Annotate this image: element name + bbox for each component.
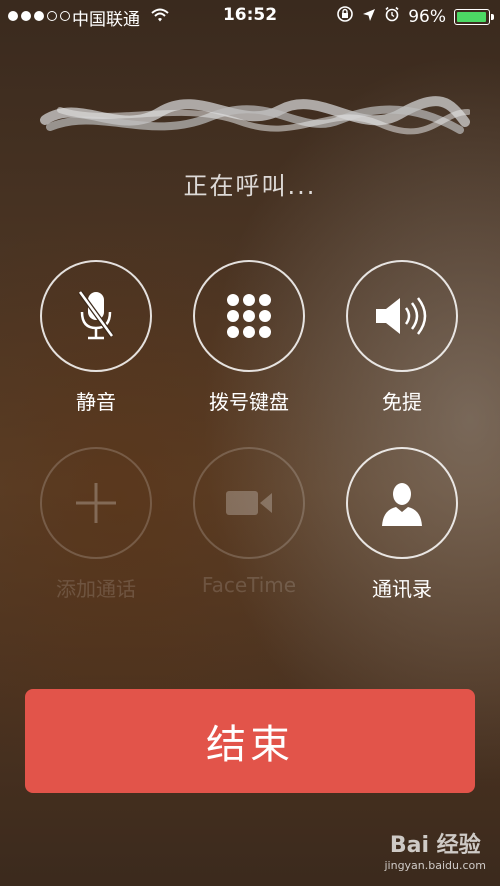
person-icon — [382, 483, 422, 526]
microphone-muted-icon — [77, 290, 115, 340]
battery-percent: 96% — [408, 6, 446, 27]
keypad-label: 拨号键盘 — [209, 390, 289, 414]
facetime-label: FaceTime — [201, 573, 297, 597]
add-call-label: 添加通话 — [56, 577, 136, 601]
speaker-label: 免提 — [382, 390, 422, 414]
keypad-button[interactable]: 拨号键盘 — [191, 260, 307, 415]
mute-label: 静音 — [76, 390, 116, 414]
watermark-url: jingyan.baidu.com — [384, 859, 486, 872]
status-bar: 中国联通 16:52 96% — [0, 0, 500, 32]
plus-icon — [76, 483, 116, 523]
end-call-button[interactable]: 结束 — [25, 689, 475, 793]
watermark-brand: Bai 经验 — [389, 833, 481, 858]
add-call-button[interactable]: 添加通话 — [38, 447, 154, 602]
contacts-button[interactable]: 通讯录 — [344, 447, 460, 602]
keypad-icon — [227, 294, 271, 338]
caller-number-redacted — [40, 96, 470, 135]
facetime-button[interactable]: FaceTime — [191, 447, 307, 597]
battery-icon — [454, 8, 494, 25]
rotation-lock-icon — [336, 5, 354, 28]
call-status: 正在呼叫... — [183, 172, 317, 200]
location-icon — [362, 7, 376, 27]
mute-button[interactable]: 静音 — [38, 260, 154, 415]
contacts-label: 通讯录 — [372, 577, 432, 601]
video-camera-icon — [226, 491, 272, 515]
speaker-button[interactable]: 免提 — [344, 260, 460, 415]
baidu-jingyan-watermark: Bai 经验 jingyan.baidu.com — [384, 827, 486, 872]
speaker-icon — [376, 297, 427, 335]
alarm-icon — [384, 6, 400, 27]
